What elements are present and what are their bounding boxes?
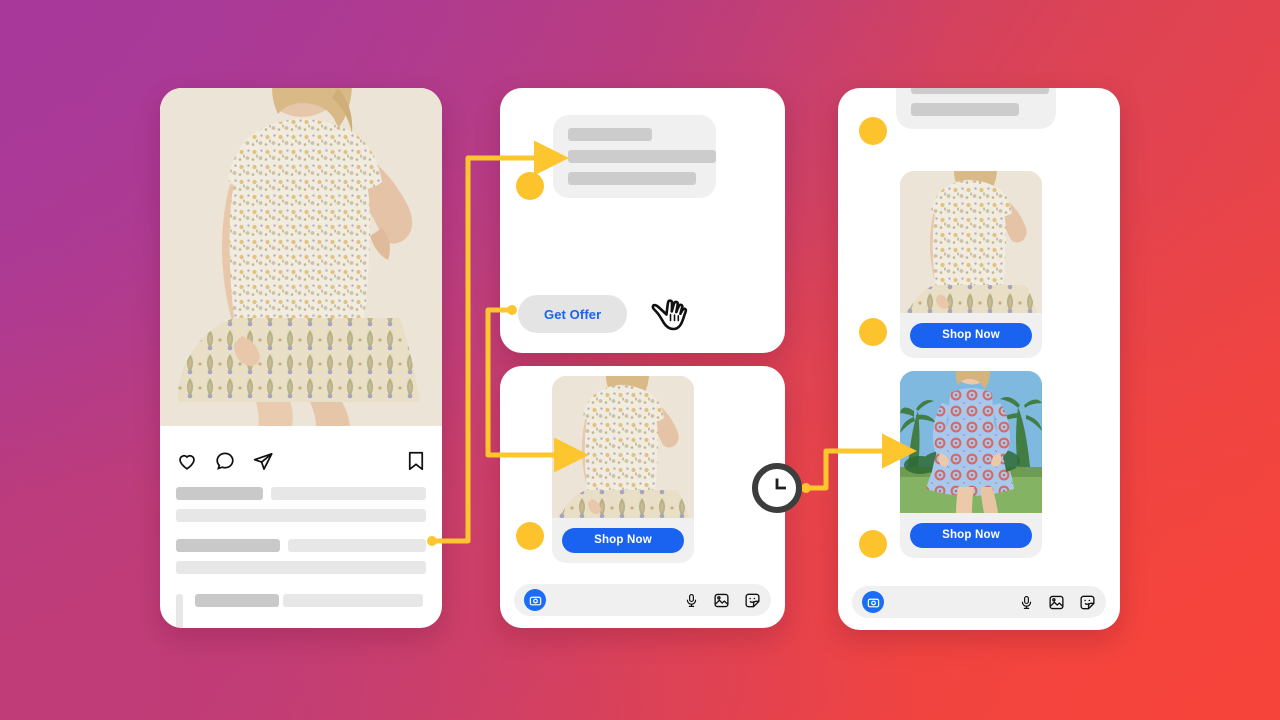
product-photo	[900, 171, 1042, 313]
skeleton-bar	[568, 150, 716, 163]
skeleton-bar	[911, 103, 1019, 116]
product-photo	[552, 376, 694, 518]
skeleton-bar	[176, 487, 263, 500]
skeleton-bar	[911, 88, 1049, 94]
skeleton-bar	[283, 594, 424, 607]
product-photo	[900, 371, 1042, 513]
step-marker-3	[859, 117, 887, 145]
message-bubble	[553, 115, 716, 198]
quote-bar	[176, 594, 183, 628]
skeleton-bar	[288, 539, 426, 552]
heart-icon[interactable]	[176, 450, 198, 472]
image-icon[interactable]	[1048, 594, 1065, 611]
sticker-icon[interactable]	[744, 592, 761, 609]
pointing-hand-cursor-icon	[651, 299, 688, 331]
messenger-product-card[interactable]: Shop Now	[500, 366, 785, 628]
skeleton-bar	[270, 487, 426, 500]
delay-clock-badge	[752, 463, 802, 513]
skeleton-bar	[195, 594, 279, 607]
step-marker-5	[859, 530, 887, 558]
comment-icon[interactable]	[214, 450, 236, 472]
microphone-icon[interactable]	[684, 592, 699, 609]
skeleton-row	[176, 487, 426, 500]
shop-now-button[interactable]: Shop Now	[910, 323, 1032, 348]
image-icon[interactable]	[713, 592, 730, 609]
skeleton-row	[195, 594, 426, 612]
post-body	[160, 426, 442, 628]
shop-now-button[interactable]: Shop Now	[910, 523, 1032, 548]
skeleton-row	[176, 561, 426, 574]
product-message[interactable]: Shop Now	[900, 171, 1042, 358]
product-message[interactable]: Shop Now	[900, 371, 1042, 558]
microphone-icon[interactable]	[1019, 594, 1034, 611]
caption-placeholder	[176, 487, 426, 522]
post-action-bar[interactable]	[176, 444, 426, 478]
skeleton-bar	[176, 509, 426, 522]
camera-icon[interactable]	[862, 591, 884, 613]
share-icon[interactable]	[252, 450, 274, 472]
shop-now-button[interactable]: Shop Now	[562, 528, 684, 553]
secondary-placeholder	[176, 539, 426, 574]
instagram-post-card[interactable]	[160, 88, 442, 628]
skeleton-bar	[568, 172, 696, 185]
message-composer[interactable]	[852, 586, 1106, 618]
diagram-canvas: Get Offer Shop Now Shop Now Shop Now	[0, 0, 1280, 720]
product-message[interactable]: Shop Now	[552, 376, 694, 563]
step-marker-2	[516, 522, 544, 550]
bookmark-icon[interactable]	[406, 450, 426, 472]
message-bubble	[896, 88, 1056, 129]
skeleton-bar	[176, 539, 281, 552]
skeleton-row	[176, 539, 426, 552]
messenger-offer-card[interactable]: Get Offer	[500, 88, 785, 353]
step-marker-1	[516, 172, 544, 200]
skeleton-row	[176, 509, 426, 522]
get-offer-button[interactable]: Get Offer	[518, 295, 628, 333]
comment-placeholder	[176, 594, 426, 628]
post-photo	[160, 88, 442, 426]
message-composer[interactable]	[514, 584, 771, 616]
get-offer-label: Get Offer	[544, 306, 602, 322]
step-marker-4	[859, 318, 887, 346]
camera-icon[interactable]	[524, 589, 546, 611]
sticker-icon[interactable]	[1079, 594, 1096, 611]
skeleton-bar	[176, 561, 426, 574]
skeleton-bar	[568, 128, 652, 141]
